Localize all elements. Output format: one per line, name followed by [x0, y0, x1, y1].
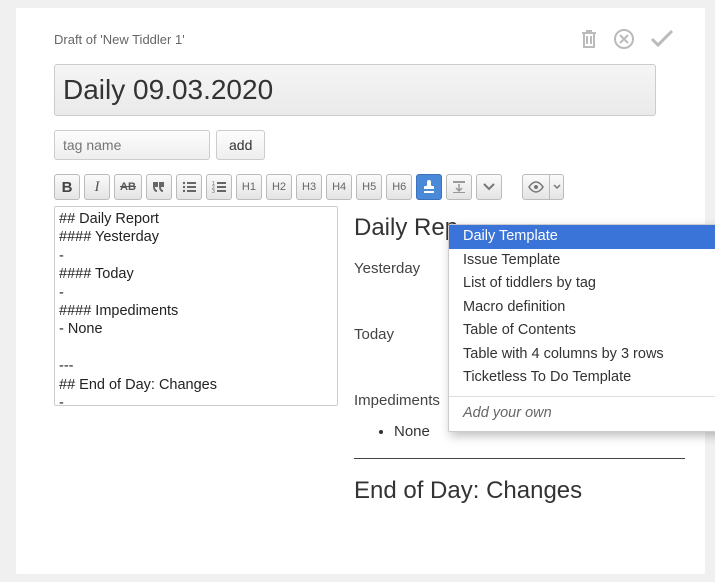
numbered-list-button[interactable]: 123	[206, 174, 232, 200]
preview-eod-list: .	[354, 523, 685, 540]
preview-eod-title: End of Day: Changes	[354, 477, 685, 505]
dropdown-item-ticketless-todo[interactable]: Ticketless To Do Template	[449, 366, 715, 390]
italic-button[interactable]: I	[84, 174, 110, 200]
confirm-icon[interactable]	[649, 28, 675, 50]
dropdown-item-daily-template[interactable]: Daily Template	[449, 225, 715, 249]
h4-button[interactable]: H4	[326, 174, 352, 200]
h2-button[interactable]: H2	[266, 174, 292, 200]
h6-button[interactable]: H6	[386, 174, 412, 200]
h1-button[interactable]: H1	[236, 174, 262, 200]
bold-button[interactable]: B	[54, 174, 80, 200]
stamp-button[interactable]	[416, 174, 442, 200]
stamp-dropdown: Daily Template Issue Template List of ti…	[448, 224, 715, 432]
tag-row: add	[54, 130, 705, 160]
source-textarea[interactable]	[54, 206, 338, 406]
quote-button[interactable]	[146, 174, 172, 200]
format-toolbar: B I AB 123 H1 H2 H3 H4 H5 H6	[54, 174, 705, 200]
more-button[interactable]	[476, 174, 502, 200]
dropdown-add-your-own[interactable]: Add your own	[449, 397, 715, 431]
bullet-list-button[interactable]	[176, 174, 202, 200]
preview-eye-button[interactable]	[522, 174, 550, 200]
strikethrough-button[interactable]: AB	[114, 174, 142, 200]
svg-text:3: 3	[212, 189, 215, 193]
h5-button[interactable]: H5	[356, 174, 382, 200]
insert-button[interactable]	[446, 174, 472, 200]
preview-divider	[354, 458, 685, 459]
h3-button[interactable]: H3	[296, 174, 322, 200]
title-input[interactable]	[54, 64, 656, 116]
dropdown-item-issue-template[interactable]: Issue Template	[449, 249, 715, 273]
delete-icon[interactable]	[579, 28, 599, 50]
tag-name-combo[interactable]	[54, 130, 210, 160]
cancel-icon[interactable]	[613, 28, 635, 50]
preview-toggle-group	[522, 174, 564, 200]
dropdown-item-macro-definition[interactable]: Macro definition	[449, 296, 715, 320]
dropdown-item-list-by-tag[interactable]: List of tiddlers by tag	[449, 272, 715, 296]
action-icons	[579, 28, 675, 50]
preview-mode-dropdown[interactable]	[550, 174, 564, 200]
add-tag-button[interactable]: add	[216, 130, 265, 160]
dropdown-item-table-4x3[interactable]: Table with 4 columns by 3 rows	[449, 343, 715, 367]
dropdown-item-toc[interactable]: Table of Contents	[449, 319, 715, 343]
draft-header-row: Draft of 'New Tiddler 1'	[54, 20, 705, 58]
draft-label: Draft of 'New Tiddler 1'	[54, 32, 185, 47]
